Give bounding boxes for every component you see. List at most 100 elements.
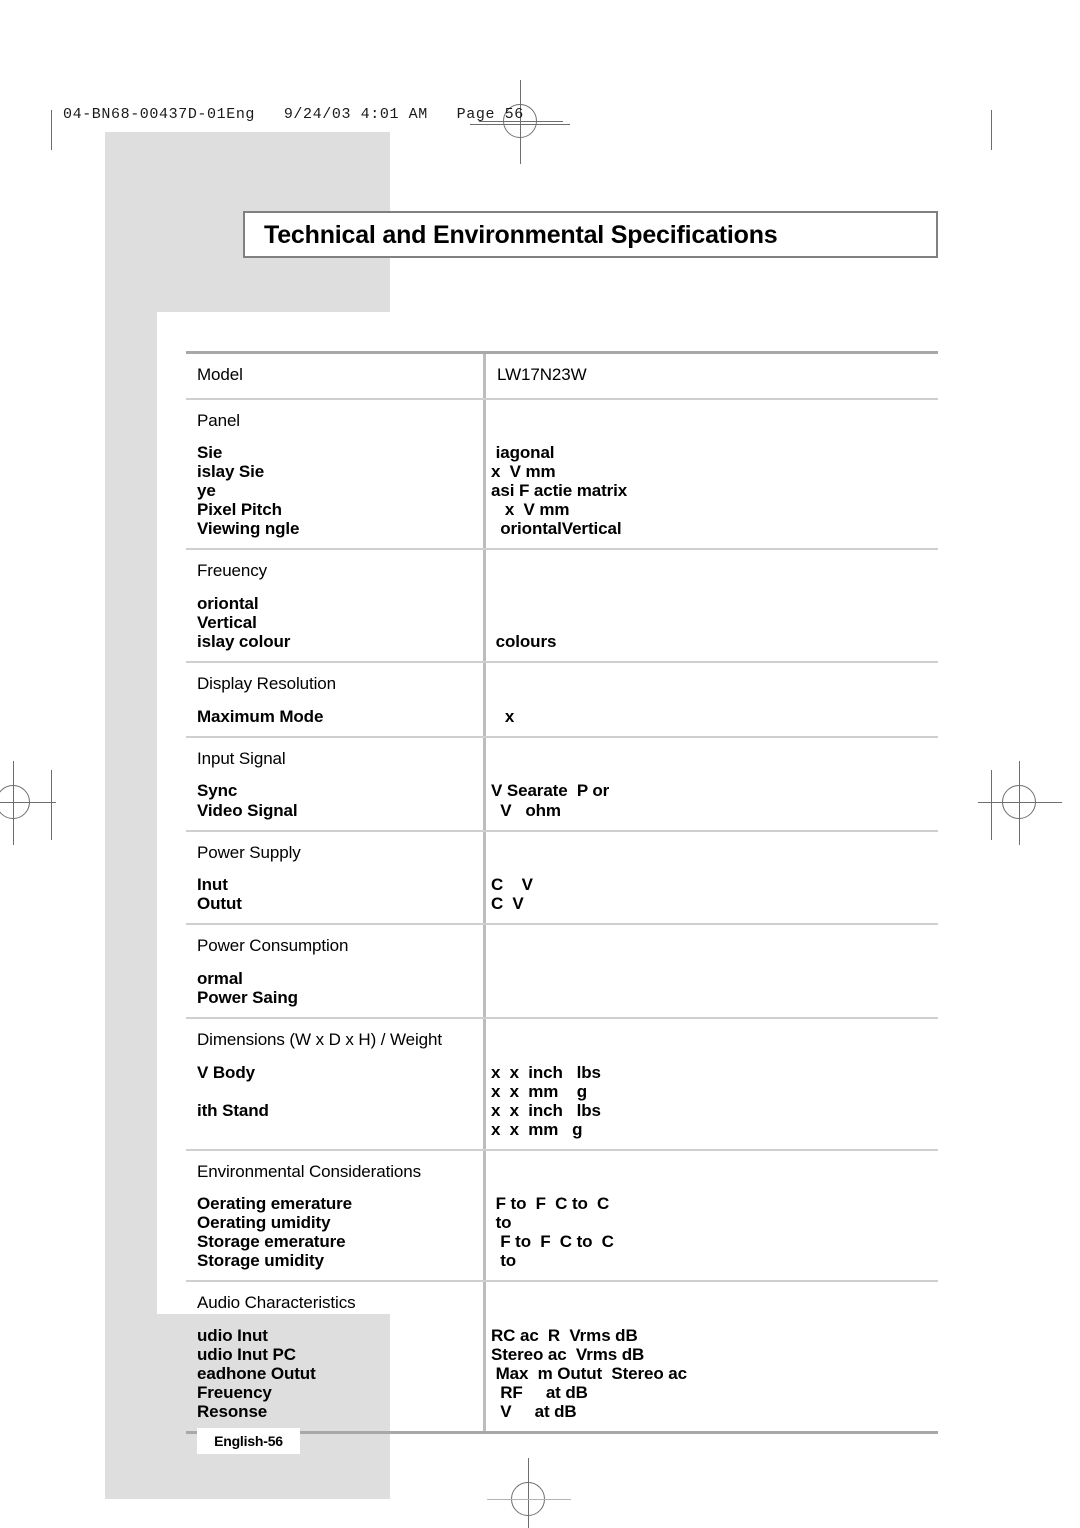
spec-value <box>483 969 938 988</box>
table-cell-value: x x inch lbs x x mm gx x inch lbs x x mm g <box>483 1019 938 1149</box>
table-cell-value: C VC V <box>483 832 938 924</box>
registration-mark-left <box>0 755 62 851</box>
spec-value: V Searate P or <box>491 781 610 801</box>
spec-sub-label: udio Inut <box>197 1326 268 1346</box>
trim-line-top-right <box>991 110 992 150</box>
spec-value: RC ac R Vrms dB <box>491 1326 638 1346</box>
table-cell-label: Audio Characteristics udio Inut udio Inut … <box>186 1282 483 1431</box>
spec-group-title: Freuency <box>197 561 268 581</box>
table-row: Power Supply Inut Outut C VC V <box>186 831 938 924</box>
spec-value: to <box>491 1251 517 1271</box>
spec-value: C V <box>491 875 533 895</box>
table-cell-value: V Searate P or V ohm <box>483 738 938 830</box>
table-row: Dimensions (W x D x H) / Weight V Body it… <box>186 1018 938 1149</box>
spec-sub-label: Sync <box>197 781 238 801</box>
document-page: 04-BN68-00437D-01Eng 9/24/03 4:01 AM Pag… <box>0 0 1080 1528</box>
spec-sub-label: Video Signal <box>197 800 298 820</box>
spec-sub-label <box>197 1120 483 1139</box>
spec-value: x x inch lbs <box>491 1062 601 1082</box>
spec-value: to <box>491 1213 512 1233</box>
spec-sub-label: Oerating emerature <box>197 1194 353 1214</box>
table-cell-label: Input Signal Sync Video Signal <box>186 738 483 830</box>
registration-mark-bottom <box>481 1452 577 1528</box>
spec-value: Stereo ac Vrms dB <box>491 1345 645 1365</box>
spec-sub-label: Resonse <box>197 1402 268 1422</box>
spec-value: oriontalVertical <box>491 519 622 539</box>
table-row: Audio Characteristics udio Inut udio Inut … <box>186 1282 938 1432</box>
spec-sub-label: oriontal <box>197 594 259 614</box>
registration-horizontal-line <box>487 1499 571 1500</box>
spec-group-title: Display Resolution <box>197 674 336 694</box>
spec-value: x <box>491 706 515 726</box>
spec-group-title: Power Supply <box>197 842 301 862</box>
page-number-label: English-56 <box>214 1433 283 1449</box>
registration-mark-right <box>972 755 1068 851</box>
spec-value: V at dB <box>491 1402 577 1422</box>
table-cell-value: iagonal x V mm asi F actie matrix x V mm o… <box>483 400 938 549</box>
spec-value: Max m Outut Stereo ac <box>491 1364 687 1384</box>
spec-group-title: Power Consumption <box>197 936 349 956</box>
spec-group-title: Audio Characteristics <box>197 1293 356 1313</box>
spec-value: asi F actie matrix <box>491 481 628 501</box>
spec-value: x x mm g <box>491 1119 583 1139</box>
trim-line-mid-left <box>51 770 52 840</box>
spec-value: RF at dB <box>491 1383 588 1403</box>
spec-group-title: Input Signal <box>197 748 286 768</box>
table-cell-label: Dimensions (W x D x H) / Weight V Body it… <box>186 1019 483 1149</box>
specifications-table: Model LW17N23W Panel Sie islay Sie ye Pixel Pi… <box>186 351 938 1435</box>
page-number-badge: English-56 <box>197 1428 300 1454</box>
spec-sub-label: Storage emerature <box>197 1232 346 1252</box>
table-cell-label: Panel Sie islay Sie ye Pixel Pitch Viewing ng… <box>186 400 483 549</box>
spec-value: colours <box>491 632 557 652</box>
table-cell-value: RC ac R Vrms dB Stereo ac Vrms dB Max m O… <box>483 1282 938 1431</box>
trim-line-mid-right <box>991 770 992 840</box>
spec-value: LW17N23W <box>497 365 587 384</box>
spec-sub-label: udio Inut PC <box>197 1345 296 1365</box>
spec-sub-label: ith Stand <box>197 1100 269 1120</box>
table-row: Input Signal Sync Video Signal V Searate P… <box>186 737 938 830</box>
table-cell-value: colours <box>483 550 938 661</box>
page-title: Technical and Environmental Specificatio… <box>264 221 778 249</box>
spec-group-title: Panel <box>197 410 240 430</box>
registration-horizontal-line <box>0 802 56 803</box>
spec-sub-label: Storage umidity <box>197 1251 324 1271</box>
registration-vertical-line <box>528 1458 529 1528</box>
table-cell-label: Display Resolution Maximum Mode <box>186 663 483 736</box>
table-row: Environmental Considerations Oerating eme… <box>186 1150 938 1281</box>
spec-sub-label: Oerating umidity <box>197 1213 331 1233</box>
table-cell-value: F to F C to C to F to F C to C to <box>483 1151 938 1281</box>
spec-sub-label: ye <box>197 481 216 501</box>
spec-group-title: Model <box>197 365 243 384</box>
spec-value: F to F C to C <box>491 1232 614 1252</box>
spec-sub-label: Viewing ngle <box>197 519 300 539</box>
spec-group-title: Dimensions (W x D x H) / Weight <box>197 1029 443 1049</box>
table-cell-label: Environmental Considerations Oerating eme… <box>186 1151 483 1281</box>
table-row: Panel Sie islay Sie ye Pixel Pitch Viewing ng… <box>186 399 938 549</box>
table-row: Display Resolution Maximum Mode x <box>186 663 938 736</box>
spec-sub-label: islay Sie <box>197 462 265 482</box>
table-cell-label: Freuency oriontal Vertical islay colour <box>186 550 483 661</box>
table-row: Power Consumption ormal Power Saing <box>186 925 938 1017</box>
spec-value: C V <box>491 894 524 914</box>
spec-sub-label: Maximum Mode <box>197 706 324 726</box>
table-cell-label: Model <box>186 354 483 398</box>
spec-value: x x mm g <box>491 1081 588 1101</box>
